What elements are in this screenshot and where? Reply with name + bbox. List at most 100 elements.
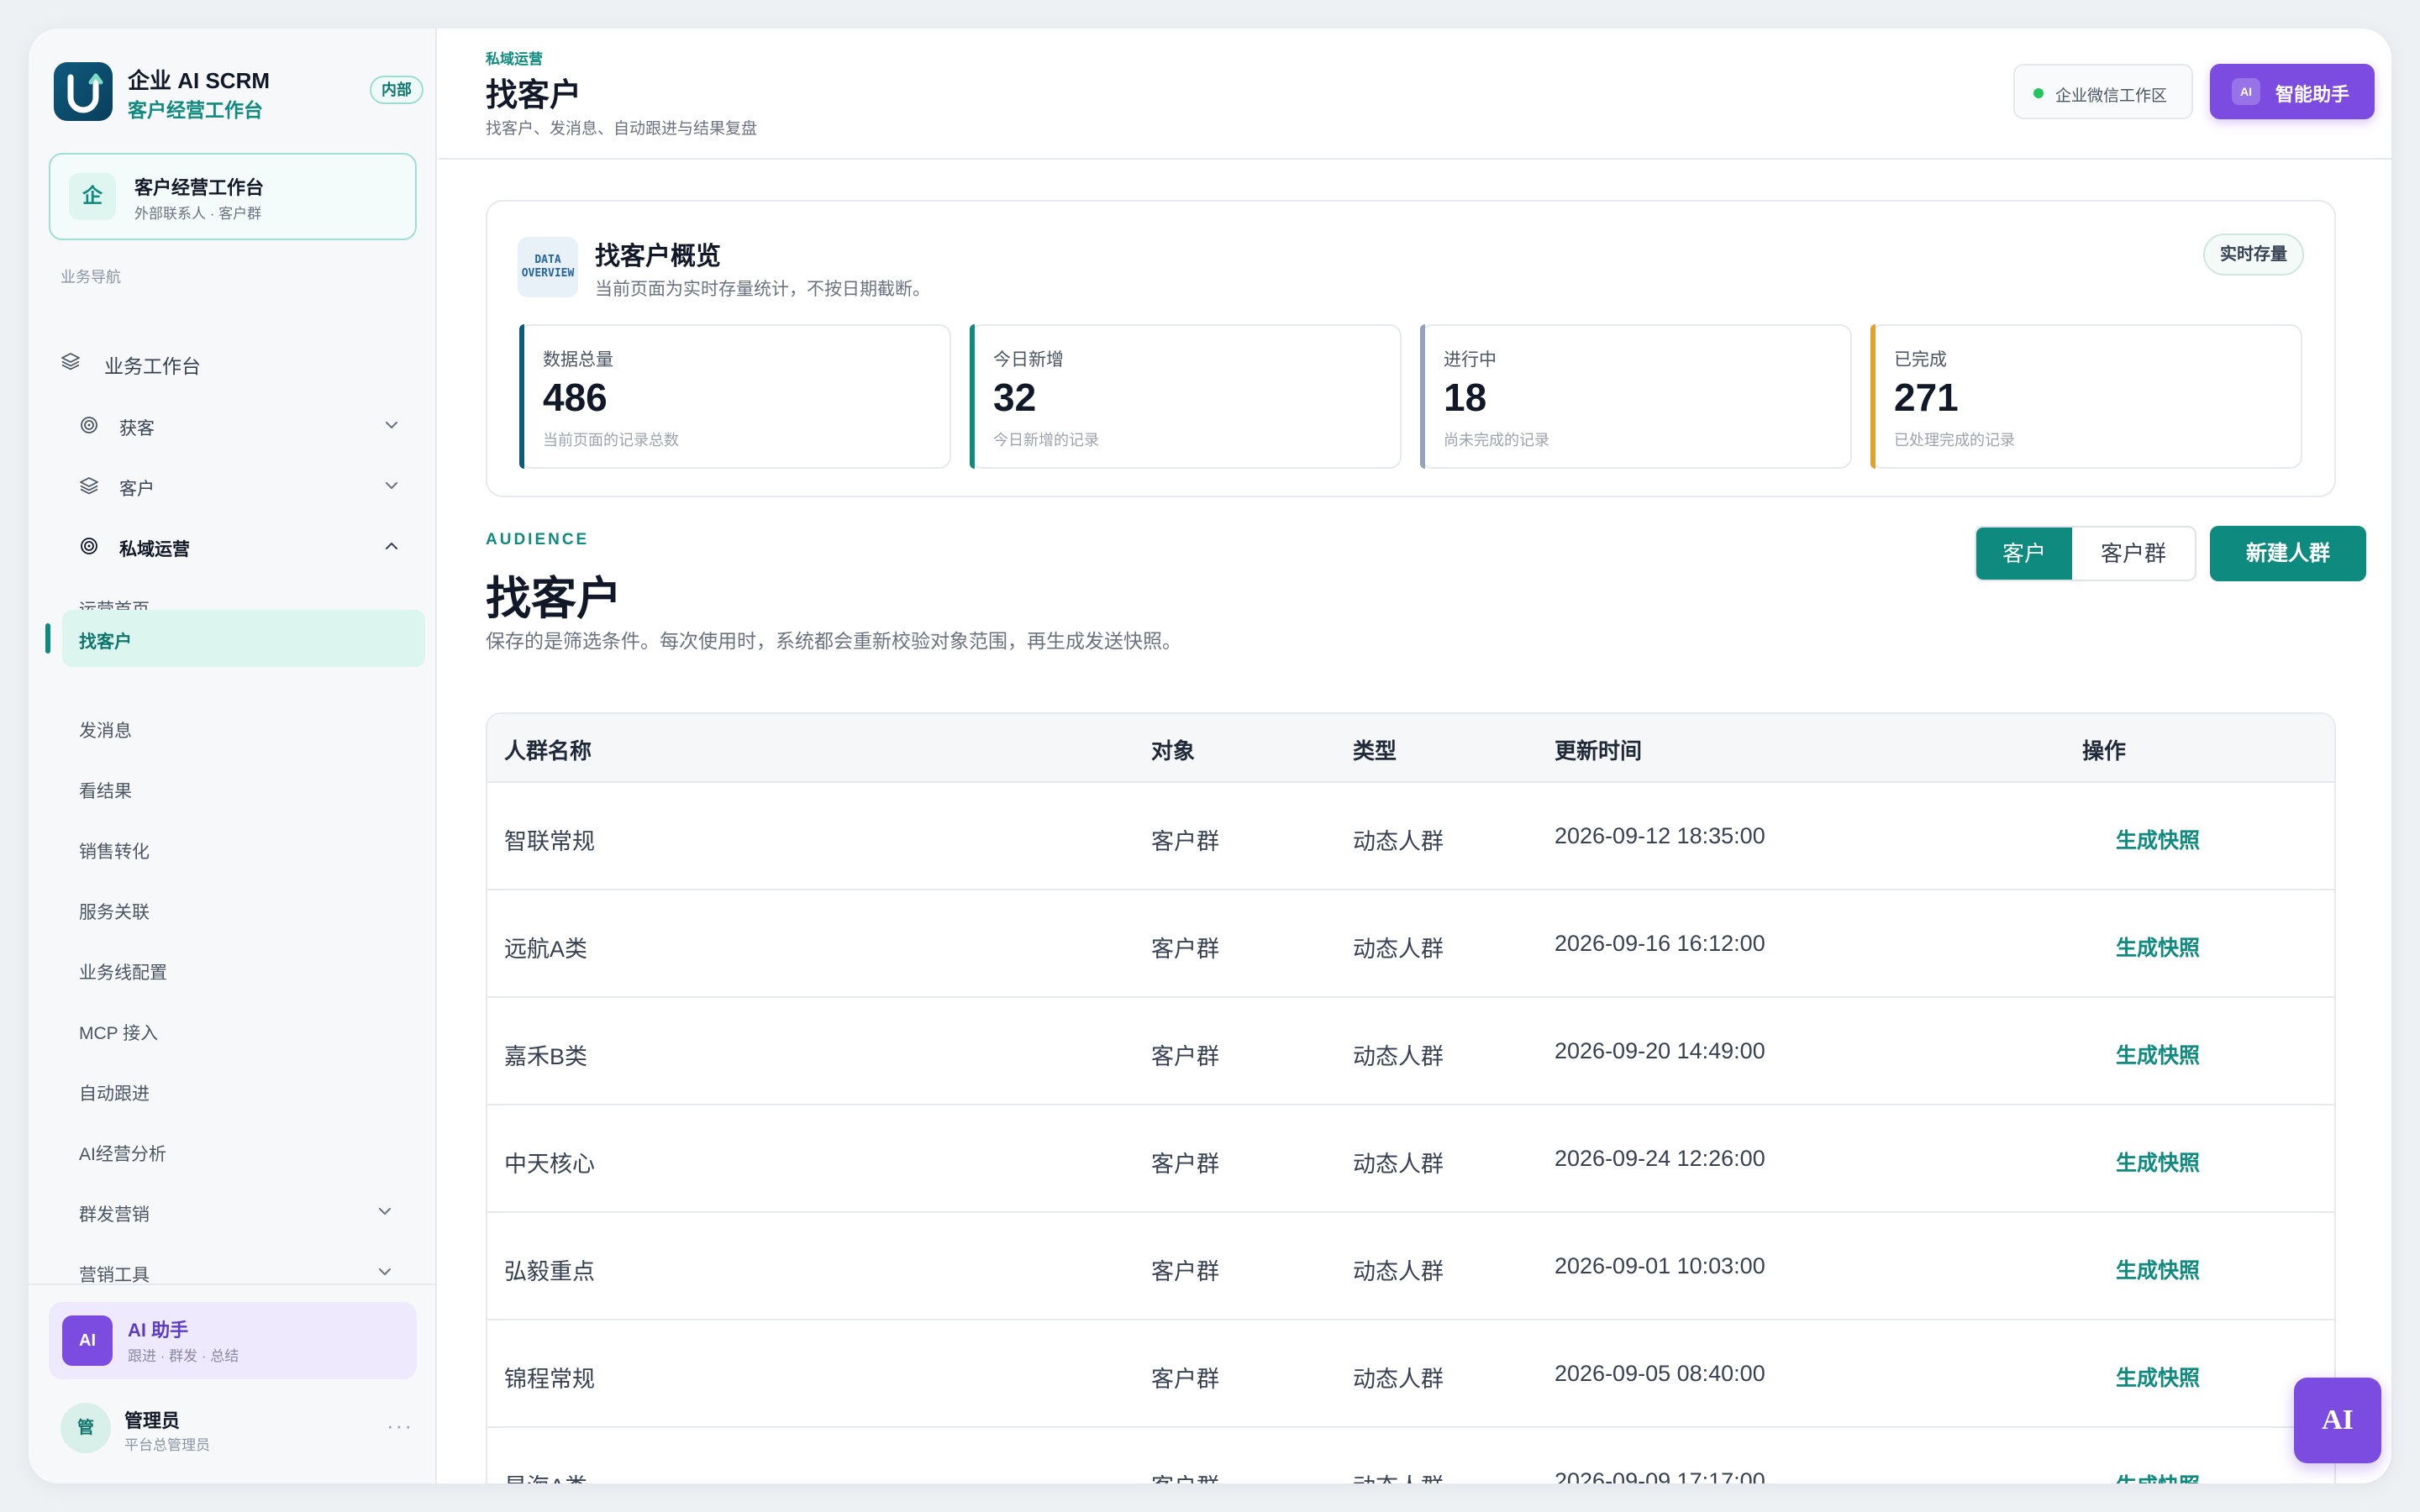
sidebar-group-label: 获客 <box>119 419 155 438</box>
sidebar-item-label: 服务关联 <box>79 903 150 922</box>
sidebar-item-label: 看结果 <box>79 782 132 801</box>
overview-title: 找客户概览 <box>595 243 721 270</box>
sidebar-item-auto-follow[interactable]: 自动跟进 <box>62 1063 425 1117</box>
column-header: 人群名称 <box>504 738 592 764</box>
generate-snapshot-link[interactable]: 生成快照 <box>2116 1254 2200 1284</box>
ai-assistant-card[interactable]: AI AI 助手 跟进 · 群发 · 总结 <box>49 1302 417 1379</box>
sidebar-item-service-link[interactable]: 服务关联 <box>62 882 425 936</box>
audience-type: 动态人群 <box>1353 1044 1444 1069</box>
stat-subtext: 今日新增的记录 <box>993 432 1099 449</box>
app-window: 企业 AI SCRM 客户经营工作台 内部 企 客户经营工作台 外部联系人 · … <box>29 29 2391 1483</box>
workspace-env-pill[interactable]: 企业微信工作区 <box>2013 64 2193 119</box>
column-header: 操作 <box>2082 738 2127 764</box>
target-icon <box>81 417 97 433</box>
realtime-tag: 实时存量 <box>2203 234 2304 276</box>
sidebar-item-mcp[interactable]: MCP 接入 <box>62 1003 425 1057</box>
audience-target: 客户群 <box>1151 829 1219 854</box>
chevron-down-icon <box>379 1208 391 1215</box>
sidebar-item-label: AI经营分析 <box>79 1145 166 1164</box>
sidebar-item-marketing-tools[interactable]: 营销工具 <box>62 1245 425 1299</box>
audience-target: 客户群 <box>1151 1152 1219 1177</box>
sidebar-item-label: MCP 接入 <box>79 1024 159 1043</box>
overview-icon-line1: DATA <box>534 254 561 266</box>
layers-icon <box>61 353 80 370</box>
enterprise-icon: 企 <box>69 173 116 220</box>
brand-logo-icon <box>54 62 113 121</box>
tab-customer[interactable]: 客户 <box>1976 528 2072 580</box>
sidebar-group-label: 客户 <box>119 480 155 499</box>
stat-value: 486 <box>543 375 608 419</box>
generate-snapshot-link[interactable]: 生成快照 <box>2116 1469 2200 1483</box>
ai-card-title: AI 助手 <box>128 1320 189 1341</box>
sidebar-item-results[interactable]: 看结果 <box>62 761 425 815</box>
stat-card-total: 数据总量 486 当前页面的记录总数 <box>519 324 951 469</box>
generate-snapshot-link[interactable]: 生成快照 <box>2116 824 2200 854</box>
layers-icon <box>80 477 98 495</box>
stat-accent-bar <box>519 324 524 469</box>
generate-snapshot-link[interactable]: 生成快照 <box>2116 1147 2200 1177</box>
workspace-card[interactable]: 企 客户经营工作台 外部联系人 · 客户群 <box>49 153 417 240</box>
smart-assistant-button[interactable]: AI 智能助手 <box>2210 64 2375 119</box>
sidebar-item-label: 找客户 <box>79 633 132 652</box>
generate-snapshot-link[interactable]: 生成快照 <box>2116 932 2200 962</box>
more-icon[interactable]: ··· <box>387 1413 413 1439</box>
audience-name: 嘉禾B类 <box>504 1044 588 1069</box>
sidebar-group-label: 私域运营 <box>119 540 190 559</box>
sidebar-item-find-customer[interactable]: 找客户 <box>62 610 425 667</box>
ai-button-label: 智能助手 <box>2275 84 2350 105</box>
ai-floating-button[interactable]: AI <box>2294 1378 2381 1463</box>
stat-label: 数据总量 <box>543 350 613 370</box>
audience-type: 动态人群 <box>1353 1367 1444 1392</box>
sidebar-divider <box>29 1284 435 1285</box>
generate-snapshot-link[interactable]: 生成快照 <box>2116 1039 2200 1069</box>
sidebar-item-send-message[interactable]: 发消息 <box>62 701 425 754</box>
sidebar-group-private-ops[interactable]: 私域运营 <box>79 521 415 571</box>
audience-name: 智联常规 <box>504 829 595 854</box>
ai-icon: AI <box>2232 78 2260 105</box>
page-title: 找客户 <box>486 78 582 113</box>
tab-customer-group[interactable]: 客户群 <box>2072 528 2195 580</box>
sidebar-item-sales-conversion[interactable]: 销售转化 <box>62 822 425 875</box>
sidebar: 企业 AI SCRM 客户经营工作台 内部 企 客户经营工作台 外部联系人 · … <box>29 29 437 1483</box>
brand[interactable]: 企业 AI SCRM 客户经营工作台 内部 <box>54 62 424 121</box>
stat-value: 18 <box>1444 375 1487 419</box>
stat-label: 进行中 <box>1444 350 1497 370</box>
table-row: 嘉禾B类 客户群 动态人群 2026-09-20 14:49:00 生成快照 <box>487 996 2334 1104</box>
sidebar-item-mass-marketing[interactable]: 群发营销 <box>62 1184 425 1238</box>
user-profile[interactable]: 管 管理员 平台总管理员 ··· <box>60 1394 413 1462</box>
stat-label: 已完成 <box>1894 350 1947 370</box>
stat-card-today: 今日新增 32 今日新增的记录 <box>970 324 1402 469</box>
sidebar-item-label: 发消息 <box>79 722 132 741</box>
sidebar-group-customer[interactable]: 客户 <box>79 460 415 511</box>
sidebar-item-label: 群发营销 <box>79 1205 150 1225</box>
stat-accent-bar <box>1420 324 1425 469</box>
new-audience-button[interactable]: 新建人群 <box>2210 526 2366 581</box>
stat-card-completed: 已完成 271 已处理完成的记录 <box>1870 324 2302 469</box>
column-header: 类型 <box>1353 738 1397 764</box>
active-indicator <box>45 623 50 654</box>
table-row: 中天核心 客户群 动态人群 2026-09-24 12:26:00 生成快照 <box>487 1104 2334 1211</box>
updated-time: 2026-09-24 12:26:00 <box>1555 1146 1765 1171</box>
audience-target: 客户群 <box>1151 1367 1219 1392</box>
stat-accent-bar <box>1870 324 1876 469</box>
sidebar-item-ai-analysis[interactable]: AI经营分析 <box>62 1124 425 1178</box>
main-content: 私域运营 找客户 找客户、发消息、自动跟进与结果复盘 企业微信工作区 AI 智能… <box>439 29 2391 1483</box>
audience-name: 远航A类 <box>504 937 588 962</box>
generate-snapshot-link[interactable]: 生成快照 <box>2116 1362 2200 1392</box>
sidebar-group-acquisition[interactable]: 获客 <box>79 400 415 450</box>
sidebar-item-business-config[interactable]: 业务线配置 <box>62 942 425 996</box>
brand-subtitle: 客户经营工作台 <box>128 99 263 121</box>
page-description: 找客户、发消息、自动跟进与结果复盘 <box>486 120 758 138</box>
audience-table: 人群名称 对象 类型 更新时间 操作 智联常规 客户群 动态人群 2026-09… <box>486 712 2336 1483</box>
nav-section-label: 业务导航 <box>60 269 121 286</box>
audience-type: 动态人群 <box>1353 1468 1444 1483</box>
updated-time: 2026-09-20 14:49:00 <box>1555 1038 1765 1063</box>
user-name: 管理员 <box>124 1410 181 1431</box>
stat-subtext: 尚未完成的记录 <box>1444 432 1549 449</box>
breadcrumb[interactable]: 私域运营 <box>486 47 543 68</box>
updated-time: 2026-09-05 08:40:00 <box>1555 1361 1765 1386</box>
sidebar-item-workbench[interactable]: 业务工作台 <box>60 336 413 386</box>
audience-type: 动态人群 <box>1353 1152 1444 1177</box>
data-overview-icon: DATA OVERVIEW <box>518 237 578 297</box>
column-header: 对象 <box>1151 738 1196 764</box>
